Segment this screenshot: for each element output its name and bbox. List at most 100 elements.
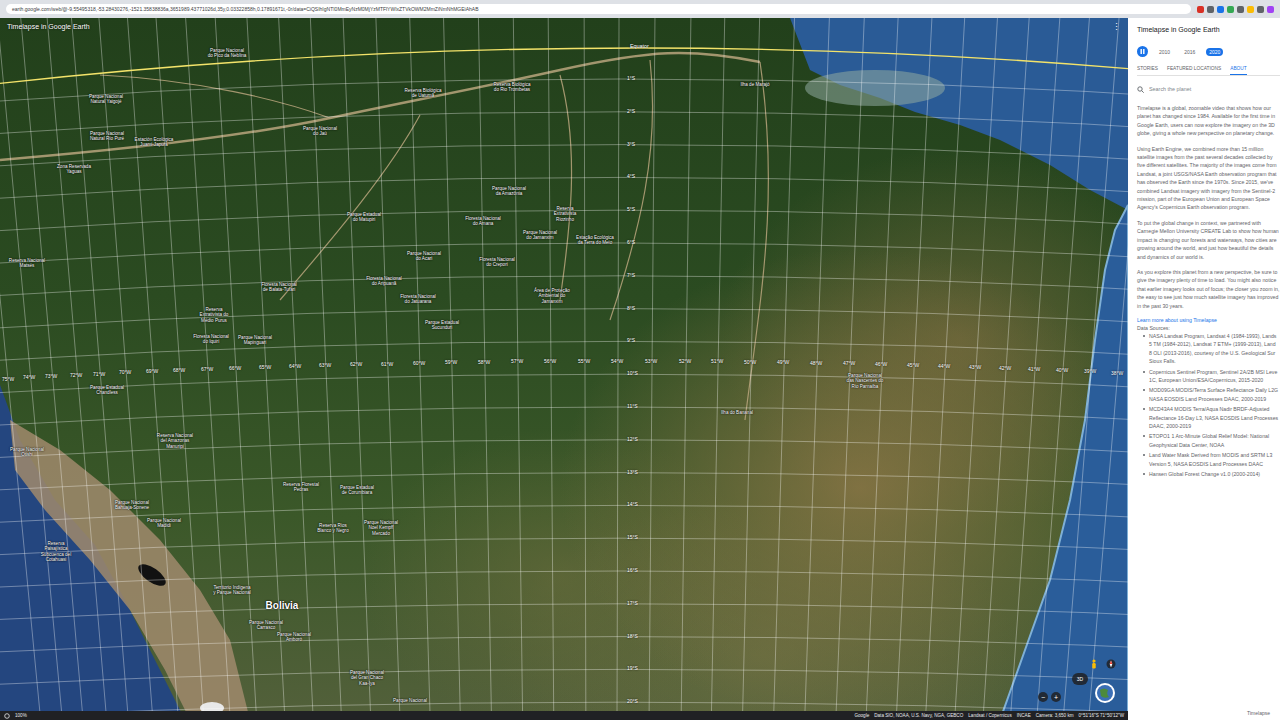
place-label[interactable]: Reserva Extrativista do Médio Purus xyxy=(194,307,234,323)
place-label[interactable]: Zona Reservada Yaguas xyxy=(54,164,94,175)
place-label[interactable]: Floresta Nacional do Aripuanã xyxy=(364,276,404,287)
place-label[interactable]: Parque Nacional Amboró xyxy=(274,632,314,643)
longitude-label: 75°W xyxy=(2,376,14,382)
earth-map[interactable]: 1°S2°S3°S4°S5°S6°S7°S8°S9°S10°S11°S12°S1… xyxy=(0,18,1128,711)
longitude-line xyxy=(443,18,461,711)
place-label[interactable]: Parque Estadual Chandless xyxy=(87,385,127,396)
place-label[interactable]: Parque Nacional Natural Yaigojé xyxy=(86,94,126,105)
panel-tab[interactable]: ABOUT xyxy=(1230,65,1247,75)
place-label[interactable]: Reserva Extrativista Riozinho xyxy=(545,206,585,222)
zoom-out-button[interactable]: − xyxy=(1038,692,1048,702)
extension-icon[interactable] xyxy=(1217,6,1224,13)
place-label[interactable]: Reserva Nacional del Amazonas Manuripi xyxy=(155,433,195,449)
place-label[interactable]: Parque Nacional Otishi xyxy=(7,447,47,458)
place-label[interactable]: Estación Ecológica Juami-Japurá xyxy=(134,137,174,148)
place-label[interactable]: Ilha de Marajó xyxy=(735,82,775,87)
longitude-line xyxy=(184,18,231,711)
panel-tab[interactable]: FEATURED LOCATIONS xyxy=(1167,65,1221,75)
place-label[interactable]: Parque Estadual do Matupiri xyxy=(344,212,384,223)
place-label[interactable]: Reserva Nacional Matsés xyxy=(7,258,47,269)
learn-more-link[interactable]: Learn more about using Timelapse xyxy=(1137,316,1280,324)
latitude-label: 17°S xyxy=(627,600,638,606)
year-chip[interactable]: 2016 xyxy=(1181,48,1198,56)
place-label[interactable]: Floresta Nacional de Balata-Tufari xyxy=(259,282,299,293)
place-label[interactable]: Reserva Biológica do Rio Trombetas xyxy=(492,82,532,93)
address-bar[interactable]: earth.google.com/web/@-9.55495318,-53.28… xyxy=(6,4,1191,14)
place-label[interactable]: Floresta Nacional do Amana xyxy=(463,216,503,227)
latitude-label: 11°S xyxy=(627,403,638,409)
place-label[interactable]: Reserva Biológica de Uatumã xyxy=(403,88,443,99)
compass-control[interactable] xyxy=(1106,659,1116,669)
pause-icon[interactable] xyxy=(1140,49,1145,54)
view-3d-button[interactable]: 3D xyxy=(1072,673,1088,685)
search-input[interactable] xyxy=(1149,85,1259,93)
place-label[interactable]: Parque Nacional Carrasco xyxy=(246,620,286,631)
longitude-line xyxy=(19,18,85,711)
place-label[interactable]: Floresta Nacional do Jatuarana xyxy=(398,294,438,305)
latitude-line xyxy=(0,407,1128,425)
search-field xyxy=(1137,85,1280,93)
place-label[interactable]: Parque Nacional del Gran Chaco Kaa-Iya xyxy=(347,670,387,686)
compass-icon[interactable] xyxy=(1106,659,1116,669)
place-label[interactable]: Reserva Ríos Blanco y Negro xyxy=(313,523,353,534)
place-label[interactable]: Parque Nacional do Pico da Neblina xyxy=(207,48,247,59)
place-label[interactable]: Ilha do Bananal xyxy=(717,410,757,415)
place-label[interactable]: Parque Nacional das Nascentes do Rio Par… xyxy=(845,373,885,389)
year-chip[interactable]: 2020 xyxy=(1206,48,1223,56)
longitude-label: 42°W xyxy=(999,365,1011,371)
place-label[interactable]: Parque Nacional Natural Río Puré xyxy=(87,131,127,142)
longitude-label: 72°W xyxy=(70,372,82,378)
data-source-text: ETOPO1 1 Arc-Minute Global Relief Model:… xyxy=(1149,432,1269,449)
longitude-label: 52°W xyxy=(679,358,691,364)
text-line: and dynamics of our world is. xyxy=(1137,253,1280,261)
place-label[interactable]: Parque Nacional do Jaú xyxy=(300,126,340,137)
extension-icon[interactable] xyxy=(1197,6,1204,13)
extension-icon[interactable] xyxy=(1207,6,1214,13)
text-line: Hansen Global Forest Change v1.0 (2000-2… xyxy=(1149,470,1260,478)
place-label[interactable]: Parque Nacional xyxy=(390,698,430,703)
extension-icon[interactable] xyxy=(1247,6,1254,13)
attribution-item: Camera: 3,650 km xyxy=(1036,713,1074,718)
longitude-line xyxy=(342,18,371,711)
place-label[interactable]: Parque Estadual de Corumbiara xyxy=(337,485,377,496)
place-label[interactable]: Área de Proteção Ambiental do Jamanxim xyxy=(532,288,572,304)
search-icon[interactable] xyxy=(1137,86,1144,93)
main-area: 1°S2°S3°S4°S5°S6°S7°S8°S9°S10°S11°S12°S1… xyxy=(0,18,1280,720)
longitude-label: 64°W xyxy=(289,363,301,369)
country-label[interactable]: Bolivia xyxy=(260,600,304,612)
place-label[interactable]: Parque Nacional do Acari xyxy=(404,251,444,262)
year-chip[interactable]: 2010 xyxy=(1156,48,1173,56)
latitude-label: 6°S xyxy=(627,239,635,245)
place-label[interactable]: Territorio Indígena y Parque Nacional xyxy=(212,585,252,596)
street-view-control[interactable] xyxy=(1090,659,1098,669)
place-label[interactable]: Floresta Nacional do Crepori xyxy=(477,257,517,268)
extension-icon[interactable] xyxy=(1267,6,1274,13)
place-label[interactable]: Reserva Paisajística Subcuenca del Cotah… xyxy=(36,541,76,562)
place-label[interactable]: Parque Nacional da Amazônia xyxy=(489,186,529,197)
latitude-label: 4°S xyxy=(627,173,635,179)
data-source-text: Copernicus Sentinel Program, Sentinel 2A… xyxy=(1149,368,1277,385)
text-line: Land Water Mask Derived from MODIS and S… xyxy=(1149,451,1272,459)
place-label[interactable]: Estação Ecológica da Terra do Meio xyxy=(575,235,615,246)
zoom-in-button[interactable]: + xyxy=(1051,692,1061,702)
panel-tab[interactable]: STORIES xyxy=(1137,65,1158,75)
place-label[interactable]: Parque Nacional Bahuaja-Sonene xyxy=(112,500,152,511)
longitude-label: 59°W xyxy=(445,359,457,365)
globe-icon[interactable] xyxy=(1094,682,1116,704)
more-menu-button[interactable]: ⋮ xyxy=(1112,22,1121,32)
place-label[interactable]: Floresta Nacional do Iquiri xyxy=(191,334,231,345)
extension-icon[interactable] xyxy=(1237,6,1244,13)
place-label[interactable]: Parque Nacional Noel Kempff Mercado xyxy=(361,520,401,536)
pegman-icon[interactable] xyxy=(1090,659,1098,669)
place-label[interactable]: Parque Nacional Mapinguari xyxy=(235,335,275,346)
play-pause-button[interactable] xyxy=(1137,46,1148,57)
attribution: GoogleData SIO, NOAA, U.S. Navy, NGA, GE… xyxy=(854,713,1124,718)
extension-icon[interactable] xyxy=(1227,6,1234,13)
place-label[interactable]: Reserva Florestal Pedras xyxy=(281,482,321,493)
globe-control[interactable] xyxy=(1094,682,1116,704)
place-label[interactable]: Parque Nacional do Jamanxim xyxy=(520,230,560,241)
place-label[interactable]: Parque Estadual Sucunduri xyxy=(422,320,462,331)
data-source-text: MCD43A4 MODIS Terra/Aqua Nadir BRDF-Adju… xyxy=(1149,405,1278,430)
extension-icon[interactable] xyxy=(1257,6,1264,13)
place-label[interactable]: Parque Nacional Madidi xyxy=(144,518,184,529)
